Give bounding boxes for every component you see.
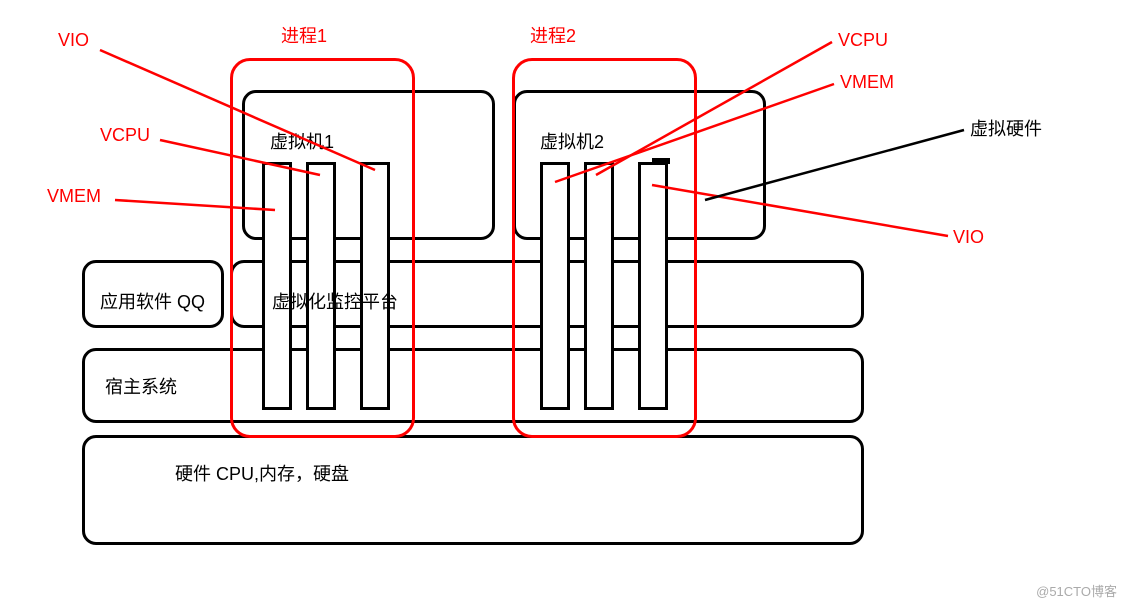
vcpu-label-right: VCPU	[838, 30, 888, 51]
process1-label: 进程1	[281, 22, 327, 48]
process1-outline	[230, 58, 415, 438]
vmem-label-left: VMEM	[47, 186, 101, 207]
host-system-box	[82, 348, 864, 423]
vcpu-label-left: VCPU	[100, 125, 150, 146]
app-software-label: 应用软件 QQ	[100, 288, 205, 314]
vm2-tick	[652, 158, 670, 164]
host-system-label: 宿主系统	[105, 373, 177, 399]
virt-monitor-label: 虚拟化监控平台	[272, 288, 398, 314]
process2-label: 进程2	[530, 22, 576, 48]
hardware-layer-box	[82, 435, 864, 545]
vio-label-right: VIO	[953, 227, 984, 248]
hardware-label: 硬件 CPU,内存，硬盘	[175, 460, 349, 486]
watermark: @51CTO博客	[1036, 581, 1117, 600]
vmem-label-right: VMEM	[840, 72, 894, 93]
process2-outline	[512, 58, 697, 438]
virtual-hw-label: 虚拟硬件	[970, 115, 1042, 141]
vio-label-left: VIO	[58, 30, 89, 51]
